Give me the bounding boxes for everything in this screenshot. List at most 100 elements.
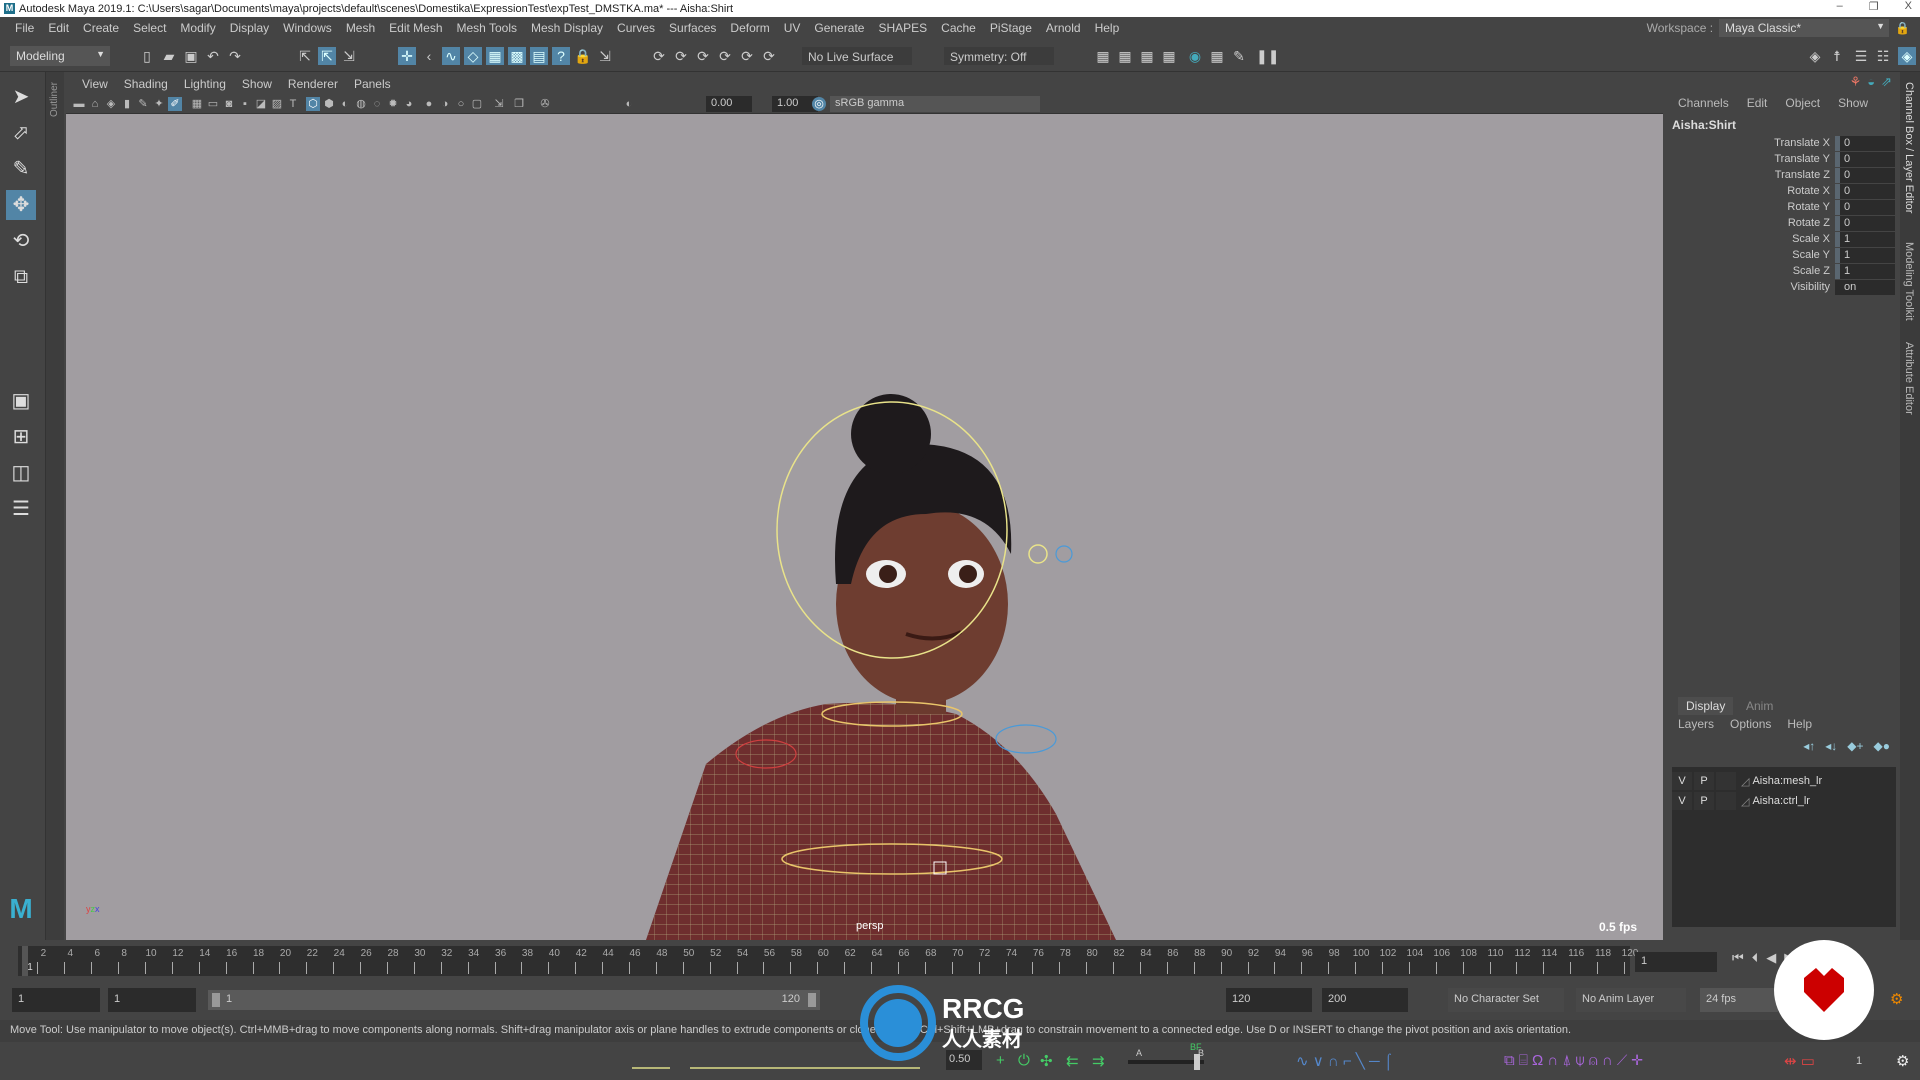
- start-time-field[interactable]: 1: [12, 988, 100, 1012]
- channel-row[interactable]: Rotate Y 0: [1668, 200, 1900, 216]
- ipr-render-icon[interactable]: ▦: [1138, 47, 1156, 65]
- xray-joints-icon[interactable]: ⇲: [492, 97, 506, 111]
- close-button[interactable]: X: [1905, 0, 1912, 13]
- channel-value[interactable]: 0: [1835, 184, 1895, 199]
- panel-menu-renderer[interactable]: Renderer: [280, 77, 346, 91]
- go-to-start-icon[interactable]: ⏮: [1732, 950, 1744, 966]
- character-set-dropdown[interactable]: No Character Set: [1448, 988, 1564, 1012]
- channel-value[interactable]: 1: [1835, 264, 1895, 279]
- layer-menu-options[interactable]: Options: [1730, 717, 1771, 731]
- menu-set-dropdown[interactable]: Modeling: [10, 46, 110, 66]
- move-layer-up-icon[interactable]: ◂↑: [1803, 739, 1815, 753]
- reflect-icon[interactable]: ⟳: [738, 47, 756, 65]
- snap-live-icon[interactable]: ▩: [508, 47, 526, 65]
- character-controls-icon[interactable]: ☨: [1828, 47, 1846, 65]
- menu-file[interactable]: File: [8, 21, 41, 35]
- current-frame-field[interactable]: 1: [1635, 952, 1717, 972]
- channel-menu-show[interactable]: Show: [1838, 96, 1868, 110]
- channel-menu-object[interactable]: Object: [1785, 96, 1820, 110]
- arnold-render-icon[interactable]: ✎: [1230, 47, 1248, 65]
- textured-icon[interactable]: ◐: [338, 97, 352, 111]
- camera-icon[interactable]: ▬: [72, 97, 86, 111]
- channel-value[interactable]: 0: [1835, 200, 1895, 215]
- move-layer-down-icon[interactable]: ◂↓: [1825, 739, 1837, 753]
- open-scene-icon[interactable]: ▰: [160, 47, 178, 65]
- channel-value[interactable]: 0: [1835, 168, 1895, 183]
- channel-menu-channels[interactable]: Channels: [1678, 96, 1729, 110]
- channel-row[interactable]: Translate X 0: [1668, 136, 1900, 152]
- channel-row[interactable]: Translate Y 0: [1668, 152, 1900, 168]
- tab-modeling-toolkit[interactable]: Modeling Toolkit: [1903, 242, 1915, 321]
- menu-mesh-tools[interactable]: Mesh Tools: [450, 21, 524, 35]
- panel-menu-shading[interactable]: Shading: [116, 77, 176, 91]
- render-view-icon[interactable]: ▦: [1208, 47, 1226, 65]
- channel-menu-edit[interactable]: Edit: [1747, 96, 1768, 110]
- new-scene-icon[interactable]: ▯: [138, 47, 156, 65]
- menu-deform[interactable]: Deform: [723, 21, 776, 35]
- tangent-in-icon[interactable]: ⇇: [1066, 1052, 1079, 1070]
- panel-menu-panels[interactable]: Panels: [346, 77, 399, 91]
- channel-value[interactable]: 0: [1835, 216, 1895, 231]
- snap-view-plane-icon[interactable]: ▦: [486, 47, 504, 65]
- resolution-gate-icon[interactable]: ▭: [206, 97, 220, 111]
- smooth-shade-icon[interactable]: ⬡: [306, 97, 320, 111]
- viewport-persp[interactable]: yzx persp 0.5 fps: [66, 114, 1663, 940]
- highlight-selection-icon[interactable]: ⇲: [596, 47, 614, 65]
- lock-camera-icon[interactable]: ⌂: [88, 97, 102, 111]
- layer-row[interactable]: V P ◿ Aisha:ctrl_lr: [1672, 791, 1896, 811]
- scale-tool-icon[interactable]: ⧉: [6, 262, 36, 292]
- rotate-manip-icon[interactable]: ◒: [1867, 74, 1875, 90]
- grid-icon[interactable]: ✐: [168, 97, 182, 111]
- channel-row[interactable]: Translate Z 0: [1668, 168, 1900, 184]
- outliner-tab[interactable]: Outliner: [46, 72, 64, 940]
- end-time-field[interactable]: 120: [1226, 988, 1312, 1012]
- maximize-button[interactable]: ❐: [1869, 0, 1879, 13]
- channel-row[interactable]: Visibility on: [1668, 280, 1900, 296]
- attribute-editor-icon[interactable]: ☰: [1852, 47, 1870, 65]
- layer-row[interactable]: V P ◿ Aisha:mesh_lr: [1672, 771, 1896, 791]
- view-transform-dropdown[interactable]: sRGB gamma: [830, 96, 1040, 112]
- symmetry-dropdown[interactable]: Symmetry: Off: [944, 47, 1054, 65]
- playback-toggle[interactable]: P: [1694, 792, 1714, 810]
- tab-attribute-editor[interactable]: Attribute Editor: [1903, 342, 1915, 415]
- curve-icon[interactable]: ∿ ∨ ∩ ⌐ ╲ ─ ⌠: [1296, 1052, 1393, 1070]
- channel-row[interactable]: Scale Y 1: [1668, 248, 1900, 264]
- exposure-field[interactable]: 0.00: [706, 96, 752, 112]
- panel-menu-lighting[interactable]: Lighting: [176, 77, 234, 91]
- menu-arnold[interactable]: Arnold: [1039, 21, 1088, 35]
- lasso-tool-icon[interactable]: ⬀: [6, 118, 36, 148]
- channel-row[interactable]: Rotate X 0: [1668, 184, 1900, 200]
- current-time-indicator[interactable]: [22, 946, 28, 976]
- slider-handle[interactable]: [1194, 1054, 1200, 1070]
- menu-mesh-display[interactable]: Mesh Display: [524, 21, 610, 35]
- menu-cache[interactable]: Cache: [934, 21, 983, 35]
- menu-shapes[interactable]: SHAPES: [871, 21, 934, 35]
- tool-settings-icon[interactable]: ☷: [1874, 47, 1892, 65]
- menu-edit[interactable]: Edit: [41, 21, 76, 35]
- visibility-toggle[interactable]: V: [1672, 772, 1692, 790]
- layer-menu-layers[interactable]: Layers: [1678, 717, 1714, 731]
- lights-icon[interactable]: ◌: [370, 97, 384, 111]
- snap-projected-icon[interactable]: ◇: [464, 47, 482, 65]
- panel-menu-show[interactable]: Show: [234, 77, 280, 91]
- rig-tools-icon[interactable]: ⧉ ⌸ Ω ∩ ⍋ ⍦ ⍝ ∩ ⟋ ✛: [1504, 1052, 1643, 1069]
- key-icon[interactable]: ✣: [1040, 1052, 1053, 1070]
- select-object-icon[interactable]: ⇱: [318, 47, 336, 65]
- lasso-select-icon[interactable]: ⟳: [650, 47, 668, 65]
- grease-pencil-icon[interactable]: ✦: [152, 97, 166, 111]
- tab-channel-box-layer-editor[interactable]: Channel Box / Layer Editor: [1903, 82, 1915, 213]
- exposure-icon[interactable]: ✇: [538, 97, 552, 111]
- undo-icon[interactable]: ↶: [204, 47, 222, 65]
- outliner-layout-icon[interactable]: ☰: [6, 494, 36, 524]
- single-perspective-layout-icon[interactable]: ▣: [6, 386, 36, 416]
- snap-grid-icon[interactable]: ✛: [398, 47, 416, 65]
- playback-toggle[interactable]: P: [1694, 772, 1714, 790]
- aa-icon[interactable]: ●: [422, 97, 436, 111]
- channel-row[interactable]: Scale Z 1: [1668, 264, 1900, 280]
- paint-select-icon[interactable]: ⟳: [672, 47, 690, 65]
- workspace-dropdown[interactable]: Maya Classic*: [1719, 19, 1890, 37]
- lock-icon[interactable]: 🔒: [1895, 21, 1910, 35]
- minimize-button[interactable]: –: [1837, 0, 1843, 13]
- save-scene-icon[interactable]: ▣: [182, 47, 200, 65]
- channel-value[interactable]: 0: [1835, 152, 1895, 167]
